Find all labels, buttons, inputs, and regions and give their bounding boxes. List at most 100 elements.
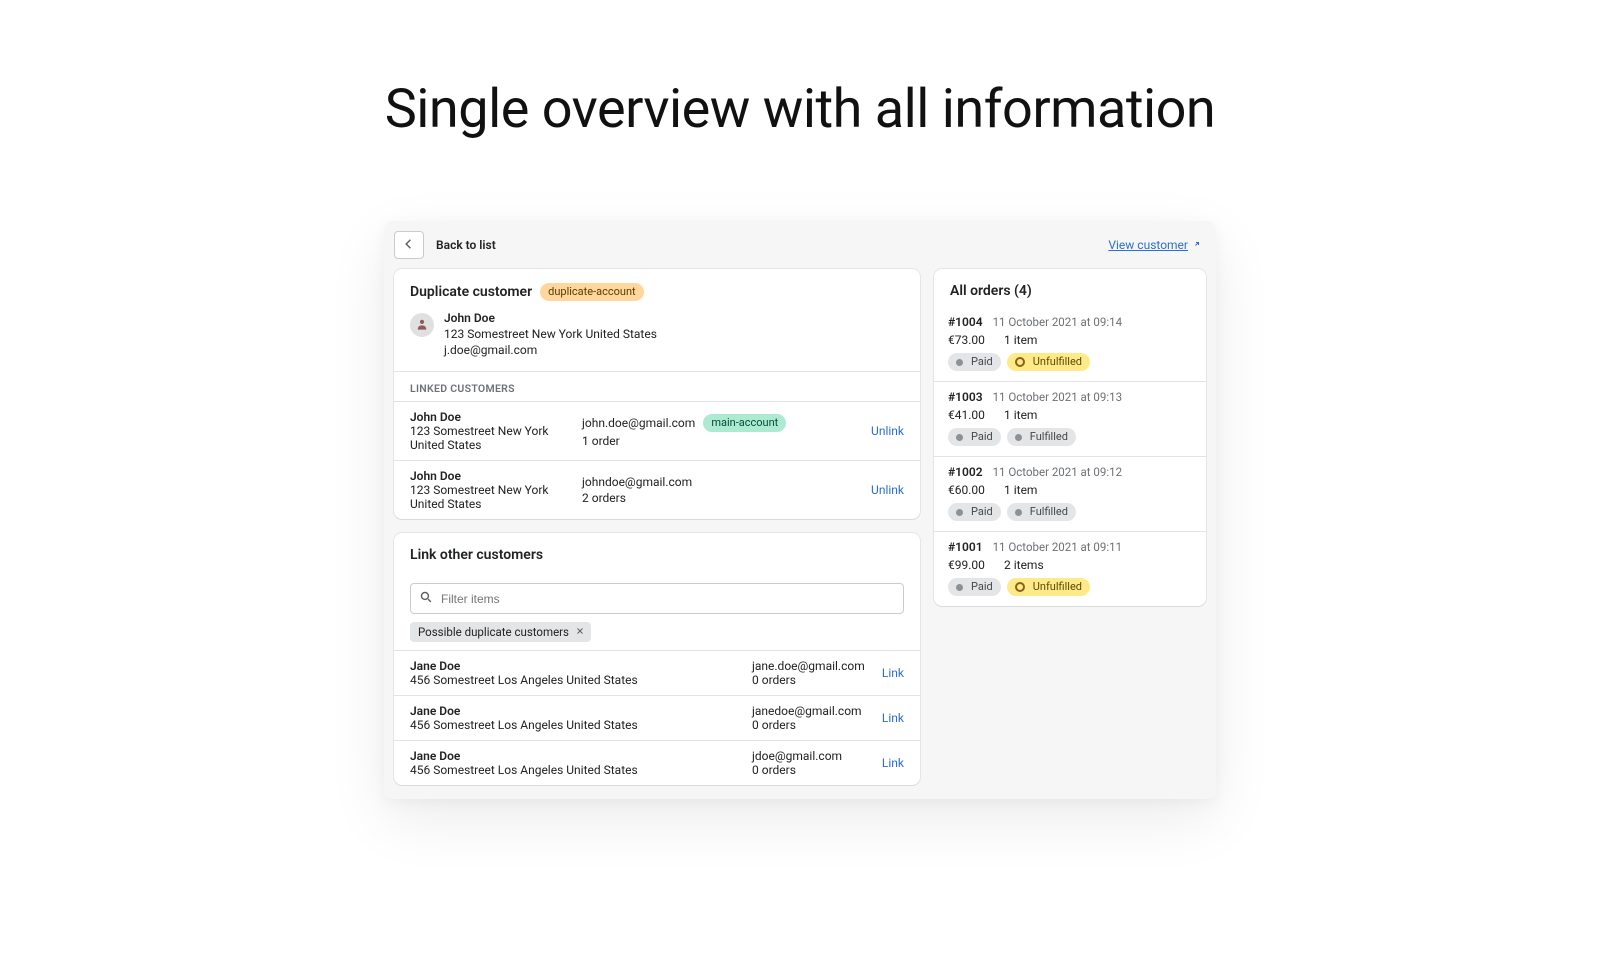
duplicate-customer-card: Duplicate customer duplicate-account Joh… bbox=[394, 269, 920, 519]
order-amount: €60.00 bbox=[948, 483, 992, 497]
order-line2: €60.00 1 item bbox=[948, 483, 1192, 497]
candidate-email: jdoe@gmail.com bbox=[752, 749, 870, 763]
hero-title: Single overview with all information bbox=[0, 78, 1600, 141]
order-amount: €41.00 bbox=[948, 408, 992, 422]
linked-customers-header: LINKED CUSTOMERS bbox=[394, 371, 920, 401]
candidate-email: jane.doe@gmail.com bbox=[752, 659, 870, 673]
linked-orders: 1 order bbox=[582, 434, 859, 448]
fulfillment-badge: Unfulfilled bbox=[1007, 578, 1090, 596]
order-items: 1 item bbox=[1004, 483, 1037, 497]
order-number: #1001 bbox=[948, 540, 983, 554]
linked-customers-list: John Doe 123 Somestreet New York United … bbox=[394, 401, 920, 519]
duplicate-card-title: Duplicate customer bbox=[410, 284, 532, 300]
order-item[interactable]: #1001 11 October 2021 at 09:11 €99.00 2 … bbox=[934, 531, 1206, 606]
link-button[interactable]: Link bbox=[882, 711, 904, 725]
candidate-address: 456 Somestreet Los Angeles United States bbox=[410, 763, 740, 777]
duplicate-account-badge: duplicate-account bbox=[540, 283, 644, 301]
main-account-badge: main-account bbox=[703, 414, 786, 432]
order-badges: Paid Unfulfilled bbox=[948, 578, 1192, 596]
candidate-mid: jdoe@gmail.com 0 orders bbox=[752, 749, 870, 777]
candidate-address: 456 Somestreet Los Angeles United States bbox=[410, 673, 740, 687]
order-item[interactable]: #1004 11 October 2021 at 09:14 €73.00 1 … bbox=[934, 307, 1206, 381]
linked-address: 123 Somestreet New York United States bbox=[410, 483, 570, 511]
candidate-name: Jane Doe bbox=[410, 659, 740, 673]
content: Duplicate customer duplicate-account Joh… bbox=[384, 269, 1216, 799]
fulfillment-badge: Unfulfilled bbox=[1007, 353, 1090, 371]
linked-name: John Doe bbox=[410, 410, 570, 424]
orders-header: All orders (4) bbox=[934, 269, 1206, 307]
order-date: 11 October 2021 at 09:12 bbox=[993, 465, 1122, 479]
linked-email: john.doe@gmail.com bbox=[582, 416, 695, 430]
order-item[interactable]: #1003 11 October 2021 at 09:13 €41.00 1 … bbox=[934, 381, 1206, 456]
linked-email-row: johndoe@gmail.com bbox=[582, 475, 859, 489]
app-window: Back to list View customer Duplicate cus… bbox=[384, 221, 1216, 799]
orders-panel: All orders (4) #1004 11 October 2021 at … bbox=[934, 269, 1206, 606]
back-button[interactable] bbox=[394, 231, 424, 259]
unlink-button[interactable]: Unlink bbox=[871, 483, 904, 497]
customer-block: John Doe 123 Somestreet New York United … bbox=[394, 311, 920, 371]
customer-address: 123 Somestreet New York United States bbox=[444, 327, 657, 341]
linked-address: 123 Somestreet New York United States bbox=[410, 424, 570, 452]
linked-customer-row: John Doe 123 Somestreet New York United … bbox=[394, 401, 920, 460]
linked-left: John Doe 123 Somestreet New York United … bbox=[410, 410, 570, 452]
order-line1: #1001 11 October 2021 at 09:11 bbox=[948, 540, 1192, 554]
back-label: Back to list bbox=[436, 238, 496, 252]
order-number: #1004 bbox=[948, 315, 983, 329]
unlink-button[interactable]: Unlink bbox=[871, 424, 904, 438]
order-line2: €99.00 2 items bbox=[948, 558, 1192, 572]
duplicate-card-header: Duplicate customer duplicate-account bbox=[394, 269, 920, 311]
order-date: 11 October 2021 at 09:13 bbox=[993, 390, 1122, 404]
search-icon bbox=[419, 589, 433, 608]
link-button[interactable]: Link bbox=[882, 666, 904, 680]
orders-column: All orders (4) #1004 11 October 2021 at … bbox=[934, 269, 1206, 606]
candidate-email: janedoe@gmail.com bbox=[752, 704, 870, 718]
candidate-mid: janedoe@gmail.com 0 orders bbox=[752, 704, 870, 732]
linked-email: johndoe@gmail.com bbox=[582, 475, 692, 489]
order-line1: #1002 11 October 2021 at 09:12 bbox=[948, 465, 1192, 479]
order-number: #1002 bbox=[948, 465, 983, 479]
link-button[interactable]: Link bbox=[882, 756, 904, 770]
payment-badge: Paid bbox=[948, 503, 1001, 521]
candidate-row: Jane Doe 456 Somestreet Los Angeles Unit… bbox=[394, 695, 920, 740]
linked-customer-row: John Doe 123 Somestreet New York United … bbox=[394, 460, 920, 519]
fulfillment-badge: Fulfilled bbox=[1007, 428, 1076, 446]
linked-name: John Doe bbox=[410, 469, 570, 483]
topbar-left: Back to list bbox=[394, 231, 496, 259]
link-card-title: Link other customers bbox=[410, 547, 543, 563]
orders-title: All orders (4) bbox=[950, 283, 1032, 299]
external-link-icon bbox=[1192, 238, 1202, 252]
candidate-left: Jane Doe 456 Somestreet Los Angeles Unit… bbox=[410, 659, 740, 687]
customer-email: j.doe@gmail.com bbox=[444, 343, 657, 357]
payment-badge: Paid bbox=[948, 353, 1001, 371]
filter-tag[interactable]: Possible duplicate customers bbox=[410, 622, 591, 642]
order-items: 2 items bbox=[1004, 558, 1044, 572]
arrow-left-icon bbox=[402, 237, 416, 254]
order-line1: #1004 11 October 2021 at 09:14 bbox=[948, 315, 1192, 329]
filter-input[interactable] bbox=[441, 592, 895, 606]
order-amount: €73.00 bbox=[948, 333, 992, 347]
link-card-header: Link other customers bbox=[394, 533, 920, 573]
order-line1: #1003 11 October 2021 at 09:13 bbox=[948, 390, 1192, 404]
order-amount: €99.00 bbox=[948, 558, 992, 572]
close-icon[interactable] bbox=[575, 625, 585, 639]
filter-tag-label: Possible duplicate customers bbox=[418, 625, 569, 639]
candidate-orders: 0 orders bbox=[752, 673, 870, 687]
order-date: 11 October 2021 at 09:11 bbox=[993, 540, 1122, 554]
topbar: Back to list View customer bbox=[384, 221, 1216, 269]
candidate-row: Jane Doe 456 Somestreet Los Angeles Unit… bbox=[394, 740, 920, 785]
order-items: 1 item bbox=[1004, 408, 1037, 422]
order-item[interactable]: #1002 11 October 2021 at 09:12 €60.00 1 … bbox=[934, 456, 1206, 531]
candidate-left: Jane Doe 456 Somestreet Los Angeles Unit… bbox=[410, 704, 740, 732]
candidate-row: Jane Doe 456 Somestreet Los Angeles Unit… bbox=[394, 650, 920, 695]
order-badges: Paid Fulfilled bbox=[948, 503, 1192, 521]
candidate-name: Jane Doe bbox=[410, 704, 740, 718]
avatar bbox=[410, 313, 434, 337]
search-input-wrap[interactable] bbox=[410, 583, 904, 614]
view-customer-link[interactable]: View customer bbox=[1108, 238, 1202, 252]
linked-mid: john.doe@gmail.com main-account 1 order bbox=[582, 414, 859, 448]
linked-orders: 2 orders bbox=[582, 491, 859, 505]
candidate-name: Jane Doe bbox=[410, 749, 740, 763]
candidate-left: Jane Doe 456 Somestreet Los Angeles Unit… bbox=[410, 749, 740, 777]
link-other-customers-card: Link other customers Possible duplicate … bbox=[394, 533, 920, 785]
linked-email-row: john.doe@gmail.com main-account bbox=[582, 414, 859, 432]
